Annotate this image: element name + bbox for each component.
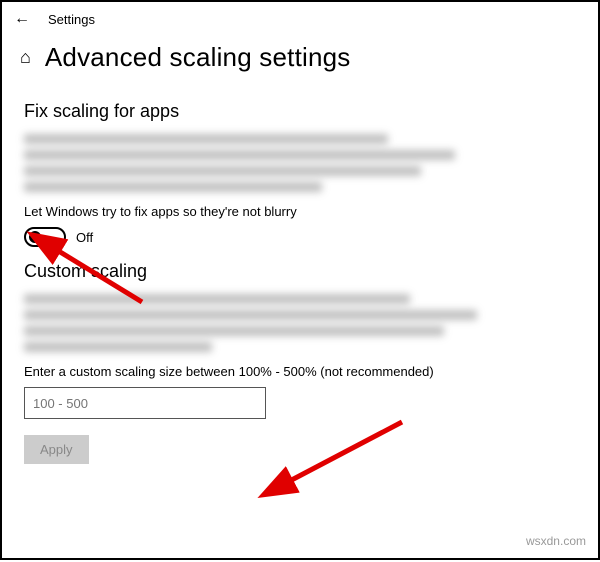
back-icon[interactable]: ← xyxy=(14,10,30,28)
custom-scaling-input[interactable] xyxy=(24,387,266,419)
input-label: Enter a custom scaling size between 100%… xyxy=(24,364,576,379)
watermark: wsxdn.com xyxy=(526,534,586,548)
app-title: Settings xyxy=(48,12,95,27)
toggle-label: Let Windows try to fix apps so they're n… xyxy=(24,204,576,219)
section-heading-fix-scaling: Fix scaling for apps xyxy=(24,101,576,122)
section-heading-custom-scaling: Custom scaling xyxy=(24,261,576,282)
header-row: ← Settings xyxy=(2,2,598,32)
blurred-description-1 xyxy=(24,134,576,192)
toggle-row: Off xyxy=(24,227,576,247)
toggle-knob xyxy=(29,231,41,243)
apply-button[interactable]: Apply xyxy=(24,435,89,464)
page-title: Advanced scaling settings xyxy=(45,42,351,73)
fix-scaling-toggle[interactable] xyxy=(24,227,66,247)
section-fix-scaling: Fix scaling for apps Let Windows try to … xyxy=(2,101,598,247)
blurred-description-2 xyxy=(24,294,576,352)
toggle-state: Off xyxy=(76,230,93,245)
home-icon[interactable]: ⌂ xyxy=(20,47,31,68)
title-row: ⌂ Advanced scaling settings xyxy=(2,32,598,87)
section-custom-scaling: Custom scaling Enter a custom scaling si… xyxy=(2,261,598,464)
